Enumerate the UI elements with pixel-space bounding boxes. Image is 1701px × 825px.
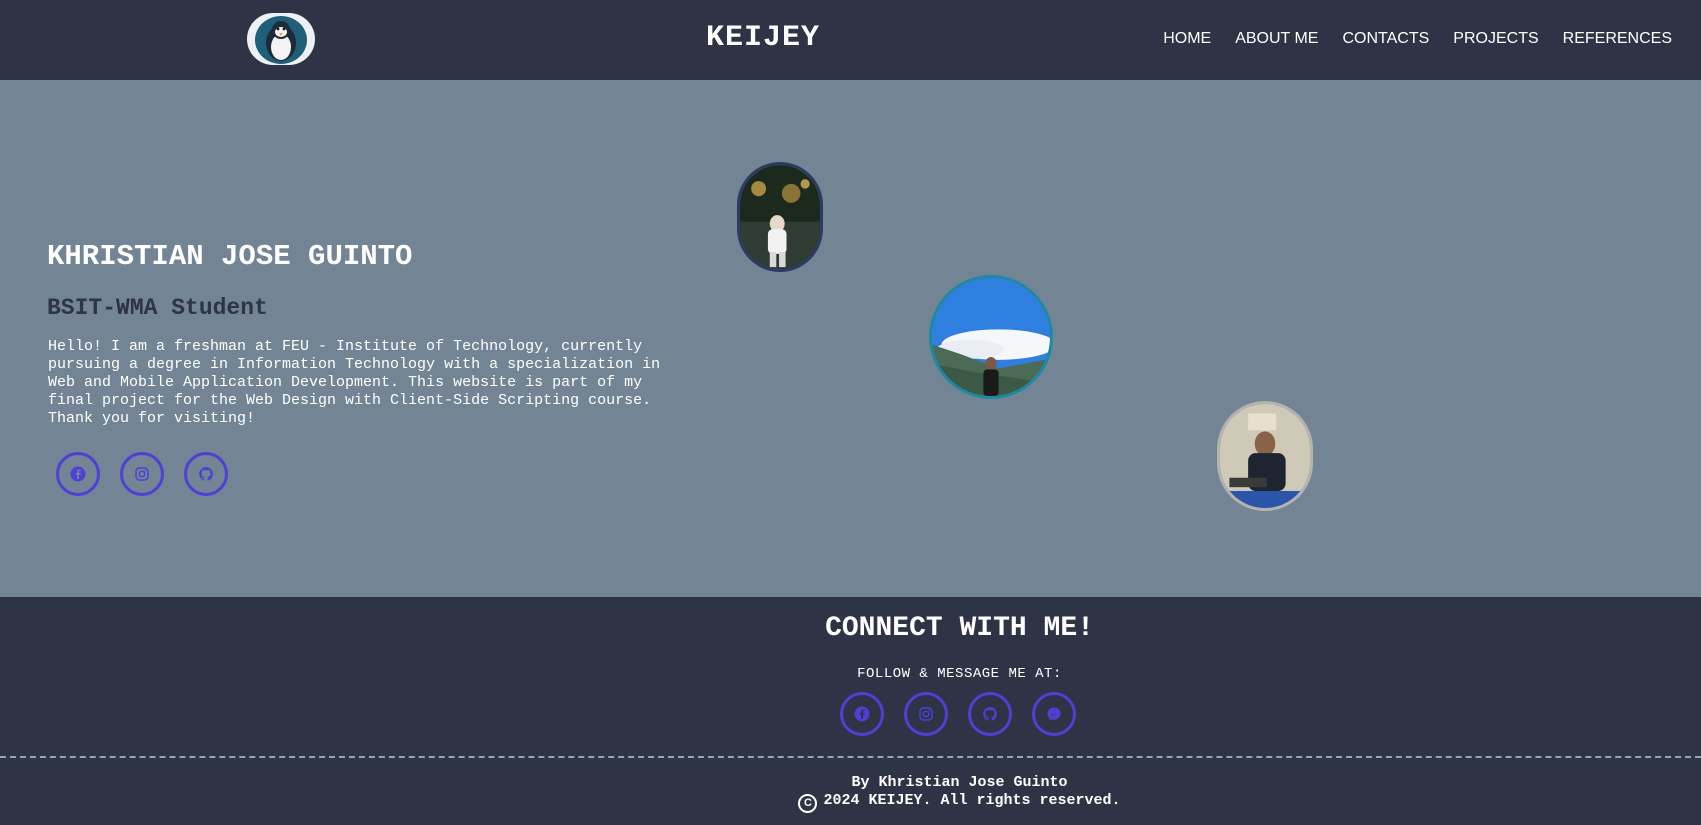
instagram-button[interactable] [120,452,164,496]
profile-photo-night [737,162,823,272]
hero-section: KHRISTIAN JOSE GUINTO BSIT-WMA Student H… [0,80,1701,597]
facebook-icon [854,706,870,722]
copyright-icon: C [798,794,818,813]
profile-photo-mountain [929,275,1053,399]
github-icon [983,707,997,721]
github-icon [199,467,213,481]
footer-messenger-button[interactable] [1032,692,1076,736]
footer-copyright: C 2024 KEIJEY. All rights reserved. [0,792,1701,813]
profile-photo-classroom [1217,401,1313,511]
messenger-icon [1047,707,1061,721]
footer-title: CONNECT WITH ME! [825,613,1094,644]
hero-role: BSIT-WMA Student [47,295,268,321]
nav-link-home[interactable]: HOME [1163,30,1211,48]
nav-link-projects[interactable]: PROJECTS [1453,30,1538,48]
nav-link-about-me[interactable]: ABOUT ME [1235,30,1318,48]
footer-facebook-button[interactable] [840,692,884,736]
nav-links: HOME ABOUT ME CONTACTS PROJECTS REFERENC… [1139,30,1672,48]
footer-github-button[interactable] [968,692,1012,736]
footer-divider [0,756,1701,758]
footer-instagram-button[interactable] [904,692,948,736]
hero-bio: Hello! I am a freshman at FEU - Institut… [48,338,661,427]
footer-credit: By Khristian Jose Guinto [851,774,1068,791]
nav-link-contacts[interactable]: CONTACTS [1342,30,1429,48]
hero-name: KHRISTIAN JOSE GUINTO [47,240,413,273]
nav-link-references[interactable]: REFERENCES [1563,30,1672,48]
navbar: KEIJEY HOME ABOUT ME CONTACTS PROJECTS R… [0,0,1701,80]
site-brand[interactable]: KEIJEY [706,21,820,55]
facebook-icon [70,466,86,482]
facebook-button[interactable] [56,452,100,496]
instagram-icon [919,707,933,721]
footer-subtitle: FOLLOW & MESSAGE ME AT: [857,666,1062,682]
instagram-icon [135,467,149,481]
github-button[interactable] [184,452,228,496]
copyright-text: 2024 KEIJEY. All rights reserved. [823,792,1121,809]
penguin-logo-icon[interactable] [247,13,315,65]
